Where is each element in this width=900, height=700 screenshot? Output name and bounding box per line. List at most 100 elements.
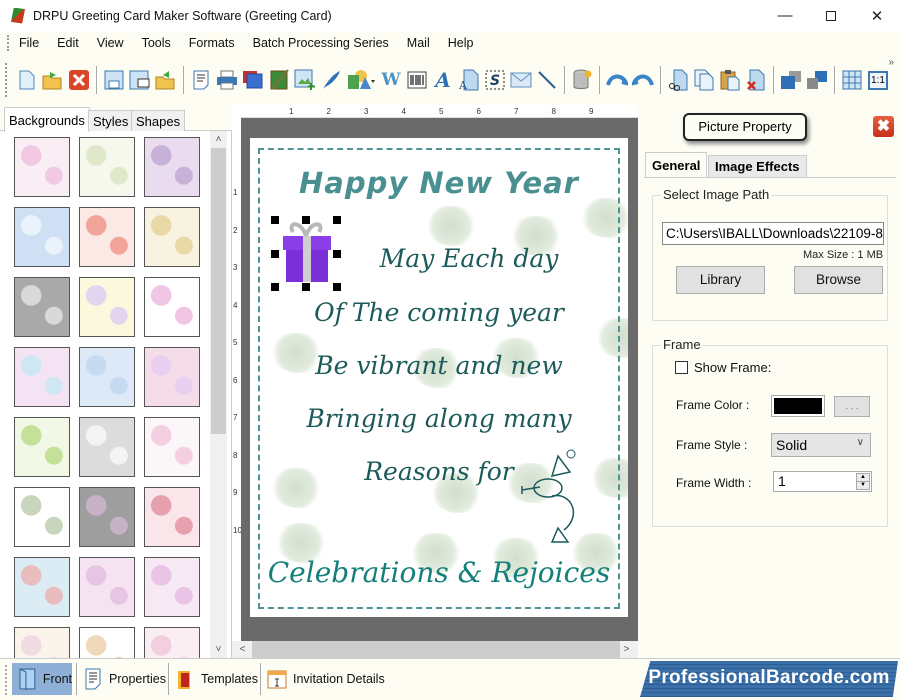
resize-handle[interactable] xyxy=(302,216,310,224)
gift-box-image[interactable] xyxy=(271,216,341,291)
delete-button[interactable] xyxy=(745,69,767,91)
paste-button[interactable] xyxy=(719,69,741,91)
menu-batch-processing-series[interactable]: Batch Processing Series xyxy=(244,36,398,50)
save-button[interactable] xyxy=(103,69,125,91)
scroll-left-icon[interactable]: < xyxy=(234,641,251,658)
card-bottom-text[interactable]: Celebrations & Rejoices xyxy=(250,556,628,589)
browse-button[interactable]: Browse xyxy=(794,266,883,294)
background-thumbnail-strawberries[interactable] xyxy=(79,207,135,267)
send-backward-button[interactable] xyxy=(806,69,828,91)
close-window-button[interactable]: ✕ xyxy=(854,0,900,31)
tab-shapes[interactable]: Shapes xyxy=(131,110,186,131)
tab-backgrounds[interactable]: Backgrounds xyxy=(4,107,90,132)
scroll-down-icon[interactable]: ˅ xyxy=(210,641,227,658)
export-button[interactable] xyxy=(155,69,177,91)
copy-button[interactable] xyxy=(693,69,715,91)
resize-handle[interactable] xyxy=(333,250,341,258)
background-thumbnail-birthday-doodles[interactable] xyxy=(144,417,200,477)
barcode-button[interactable] xyxy=(406,69,428,91)
background-button[interactable] xyxy=(242,69,264,91)
maximize-button[interactable] xyxy=(808,0,854,31)
resize-handle[interactable] xyxy=(333,216,341,224)
background-thumbnail-blue-snowflakes[interactable] xyxy=(79,347,135,407)
menu-help[interactable]: Help xyxy=(439,36,483,50)
background-thumbnail-pastel-circles[interactable] xyxy=(144,347,200,407)
resize-handle[interactable] xyxy=(333,283,341,291)
bring-forward-button[interactable] xyxy=(780,69,802,91)
background-thumbnail-baby-items-pattern[interactable] xyxy=(79,137,135,197)
background-thumbnail-baby-pink-pattern[interactable] xyxy=(14,137,70,197)
line-button[interactable] xyxy=(536,69,558,91)
design-canvas[interactable]: Happy New Year May Each day Of The comin… xyxy=(241,118,638,641)
open-button[interactable] xyxy=(42,69,64,91)
signature-button[interactable] xyxy=(320,69,342,91)
save-as-button[interactable] xyxy=(129,69,151,91)
text-file-button[interactable]: A xyxy=(458,69,480,91)
frame-color-swatch[interactable] xyxy=(771,395,825,417)
background-thumbnail-flower-rows[interactable] xyxy=(79,277,135,337)
menu-file[interactable]: File xyxy=(10,36,48,50)
symbol-button[interactable]: S xyxy=(484,69,506,91)
undo-button[interactable] xyxy=(606,69,628,91)
insert-image-button[interactable] xyxy=(294,69,316,91)
properties-button[interactable]: Properties xyxy=(78,663,166,695)
resize-handle[interactable] xyxy=(271,216,279,224)
card-text-line[interactable]: Of The coming year xyxy=(250,298,628,327)
scrollbar-thumb[interactable] xyxy=(211,148,226,434)
tab-general[interactable]: General xyxy=(645,152,708,178)
background-thumbnail-gift-boxes[interactable] xyxy=(144,277,200,337)
menu-edit[interactable]: Edit xyxy=(48,36,88,50)
wordart-button[interactable]: W xyxy=(380,69,402,91)
image-path-input[interactable]: C:\Users\IBALL\Downloads\22109-8 xyxy=(662,222,884,245)
background-thumbnail-red-hearts[interactable] xyxy=(144,487,200,547)
resize-handle[interactable] xyxy=(302,283,310,291)
tab-image-effects[interactable]: Image Effects xyxy=(708,155,807,177)
scroll-up-icon[interactable]: ˄ xyxy=(210,131,227,148)
show-frame-checkbox[interactable] xyxy=(675,361,688,374)
close-panel-button[interactable]: ✖ xyxy=(873,116,894,137)
background-thumbnail-grey-leaves[interactable] xyxy=(14,277,70,337)
grid-button[interactable] xyxy=(841,69,863,91)
background-thumbnail-pink-flowers[interactable] xyxy=(144,557,200,617)
shapes-button[interactable] xyxy=(346,69,376,91)
left-panel-scrollbar[interactable]: ˄ ˅ xyxy=(210,131,227,658)
image-edit-button[interactable] xyxy=(268,69,290,91)
scroll-right-icon[interactable]: > xyxy=(618,641,635,658)
resize-handle[interactable] xyxy=(271,250,279,258)
invitation-details-button[interactable]: Invitation Details xyxy=(262,663,385,695)
background-thumbnail-purple-flowers[interactable] xyxy=(144,137,200,197)
email-button[interactable] xyxy=(510,69,532,91)
text-button[interactable]: A xyxy=(432,68,454,92)
background-thumbnail-pink-dandelions[interactable] xyxy=(79,557,135,617)
print-button[interactable] xyxy=(216,69,238,91)
close-file-button[interactable] xyxy=(68,69,90,91)
frame-color-picker-button[interactable]: . . . xyxy=(834,396,870,417)
greeting-card[interactable]: Happy New Year May Each day Of The comin… xyxy=(250,138,628,617)
canvas-horizontal-scrollbar[interactable]: < > xyxy=(232,641,638,658)
background-thumbnail-white-heart[interactable] xyxy=(79,417,135,477)
menu-tools[interactable]: Tools xyxy=(133,36,180,50)
cut-button[interactable] xyxy=(667,69,689,91)
resize-handle[interactable] xyxy=(271,283,279,291)
background-thumbnail-pastel-blossoms[interactable] xyxy=(14,347,70,407)
spin-down-icon[interactable]: ▼ xyxy=(856,481,870,490)
library-button[interactable]: Library xyxy=(676,266,765,294)
background-thumbnail-fireworks[interactable] xyxy=(79,487,135,547)
redo-button[interactable] xyxy=(632,69,654,91)
scrollbar-thumb[interactable] xyxy=(252,641,620,658)
minimize-button[interactable]: — xyxy=(762,0,808,31)
tab-styles[interactable]: Styles xyxy=(88,110,134,131)
database-button[interactable] xyxy=(571,69,593,91)
background-thumbnail-blue-clouds[interactable] xyxy=(14,207,70,267)
card-text-line[interactable]: Be vibrant and new xyxy=(250,351,628,380)
menu-mail[interactable]: Mail xyxy=(398,36,439,50)
templates-button[interactable]: Templates xyxy=(170,663,258,695)
menu-view[interactable]: View xyxy=(88,36,133,50)
new-button[interactable] xyxy=(16,69,38,91)
page-properties-button[interactable] xyxy=(190,69,212,91)
actual-size-button[interactable]: 1:1 xyxy=(867,69,889,91)
frame-width-stepper[interactable]: 1 ▲ ▼ xyxy=(773,471,872,492)
frame-style-select[interactable]: Solid ∨ xyxy=(771,433,871,457)
background-thumbnail-green-hearts[interactable] xyxy=(14,487,70,547)
background-thumbnail-pastel-fruits[interactable] xyxy=(144,207,200,267)
